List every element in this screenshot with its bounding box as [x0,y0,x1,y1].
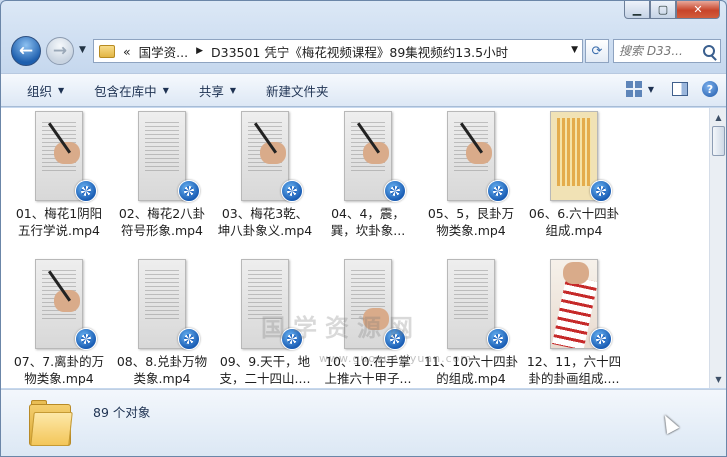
media-player-icon [178,180,200,202]
file-name-line: 上推六十甲子... [324,371,412,386]
file-name: 06、6.六十四卦 组成.mp4 [522,205,626,239]
file-name-line: 09、9.天干，地 [219,354,311,369]
preview-pane-icon[interactable] [672,82,688,96]
file-item[interactable]: 03、梅花3乾、 坤八卦象义.mp4 [213,108,317,253]
address-segment-parent[interactable]: 国学资... [139,42,188,61]
caption-buttons: ▁ ▢ ✕ [624,1,720,19]
scrollbar-thumb[interactable] [712,126,725,156]
media-player-icon [178,328,200,350]
share-label: 共享 [198,83,224,99]
file-name-line: 12、11，六十四 [526,354,622,369]
file-name-line: 04、4，震， [331,206,405,221]
watermark-text: 国学资源网 [261,314,421,342]
include-in-library-label: 包含在库中 [94,83,157,99]
close-button[interactable]: ✕ [676,1,720,19]
file-item[interactable]: 05、5，艮卦万 物类象.mp4 [419,108,523,253]
folder-icon [99,44,115,58]
media-player-icon [487,328,509,350]
file-name-line: 卦的卦画组成.... [528,371,620,386]
folder-icon [29,400,73,446]
mouse-cursor-icon [658,411,680,435]
file-name: 07、7.离卦的万 物类象.mp4 [7,353,111,387]
maximize-button[interactable]: ▢ [650,1,676,19]
address-segment-current[interactable]: D33501 凭宁《梅花视频课程》89集视频约13.5小时 [211,42,508,61]
file-item[interactable]: 04、4，震， 巽，坎卦象... [316,108,420,253]
file-name: 09、9.天干，地 支，二十四山.... [213,353,317,387]
file-name-line: 05、5，艮卦万 [427,206,515,221]
forward-button[interactable]: → [46,37,74,65]
include-in-library-menu[interactable]: 包含在库中 ▼ [94,81,169,100]
file-name: 12、11，六十四 卦的卦画组成.... [522,353,626,387]
command-bar: 组织 ▼ 包含在库中 ▼ 共享 ▼ 新建文件夹 ▼ ? [1,73,726,107]
address-bar[interactable]: « 国学资... ▶ D33501 凭宁《梅花视频课程》89集视频约13.5小时… [93,39,583,63]
media-player-icon [281,180,303,202]
media-player-icon [75,328,97,350]
explorer-window: ▁ ▢ ✕ ← → ▼ « 国学资... ▶ D33501 凭宁《梅花视频课程》… [0,0,727,457]
file-item[interactable]: 02、梅花2八卦 符号形象.mp4 [110,108,214,253]
file-name-line: 支，二十四山.... [219,371,311,386]
media-player-icon [487,180,509,202]
file-item[interactable]: 12、11，六十四 卦的卦画组成.... [522,256,626,401]
item-count: 89 个对象 [93,405,151,420]
file-name: 03、梅花3乾、 坤八卦象义.mp4 [213,205,317,239]
details-pane: 89 个对象 [1,389,726,456]
organize-menu[interactable]: 组织 ▼ [27,81,64,100]
watermark-url: www.guoxueziyuan.com [319,352,473,365]
recent-pages-dropdown-icon[interactable]: ▼ [79,45,86,55]
back-button[interactable]: ← [11,36,41,66]
search-box[interactable] [613,39,721,63]
vertical-scrollbar[interactable]: ▲ ▼ [709,108,726,388]
file-name: 02、梅花2八卦 符号形象.mp4 [110,205,214,239]
file-name-line: 的组成.mp4 [436,371,506,386]
search-input[interactable] [619,44,695,58]
file-item[interactable]: 11、10六十四卦 的组成.mp4 [419,256,523,401]
file-item[interactable]: 06、6.六十四卦 组成.mp4 [522,108,626,253]
file-name-line: 08、8.兑卦万物 [116,354,208,369]
media-player-icon [590,180,612,202]
chevron-down-icon: ▼ [58,85,65,95]
file-name-line: 物类象.mp4 [24,371,94,386]
file-name-line: 06、6.六十四卦 [528,206,620,221]
search-icon[interactable] [703,45,715,57]
file-name-line: 类象.mp4 [133,371,191,386]
file-name-line: 五行学说.mp4 [17,223,101,238]
chevron-down-icon: ▼ [162,85,169,95]
scroll-up-icon[interactable]: ▲ [711,109,726,125]
navigation-row: ← → ▼ « 国学资... ▶ D33501 凭宁《梅花视频课程》89集视频约… [1,35,726,67]
view-controls: ▼ ? [625,81,718,97]
media-player-icon [590,328,612,350]
file-name-line: 巽，坎卦象... [330,223,406,238]
file-item[interactable]: 08、8.兑卦万物 类象.mp4 [110,256,214,401]
file-name: 08、8.兑卦万物 类象.mp4 [110,353,214,387]
refresh-button[interactable]: ⟳ [585,39,609,63]
file-name: 04、4，震， 巽，坎卦象... [316,205,420,239]
scroll-down-icon[interactable]: ▼ [711,371,726,387]
share-menu[interactable]: 共享 ▼ [199,81,236,100]
new-folder-button[interactable]: 新建文件夹 [266,81,329,100]
organize-label: 组织 [27,83,53,99]
media-player-icon [75,180,97,202]
chevron-down-icon: ▼ [229,85,237,95]
file-list: 01、梅花1阴阳 五行学说.mp4 02、梅花2八卦 符号形象.mp4 03、梅花3乾、… [1,108,726,388]
file-name-line: 坤八卦象义.mp4 [217,223,313,238]
chevron-right-icon[interactable]: ▶ [196,46,203,56]
address-overflow[interactable]: « [123,44,131,59]
file-name-line: 03、梅花3乾、 [221,206,309,221]
change-view-icon[interactable] [625,81,642,97]
file-name-line: 02、梅花2八卦 [118,206,206,221]
address-dropdown-icon[interactable]: ▼ [571,45,578,55]
file-name-line: 物类象.mp4 [436,223,506,238]
file-name-line: 01、梅花1阴阳 [15,206,103,221]
file-name-line: 组成.mp4 [545,223,603,238]
file-item[interactable]: 07、7.离卦的万 物类象.mp4 [7,256,111,401]
help-icon[interactable]: ? [702,81,718,97]
file-name-line: 符号形象.mp4 [120,223,204,238]
file-item[interactable]: 01、梅花1阴阳 五行学说.mp4 [7,108,111,253]
media-player-icon [384,180,406,202]
file-name: 01、梅花1阴阳 五行学说.mp4 [7,205,111,239]
minimize-button[interactable]: ▁ [624,1,650,19]
view-options-dropdown-icon[interactable]: ▼ [648,85,654,94]
file-name-line: 07、7.离卦的万 [13,354,105,369]
file-name: 05、5，艮卦万 物类象.mp4 [419,205,523,239]
